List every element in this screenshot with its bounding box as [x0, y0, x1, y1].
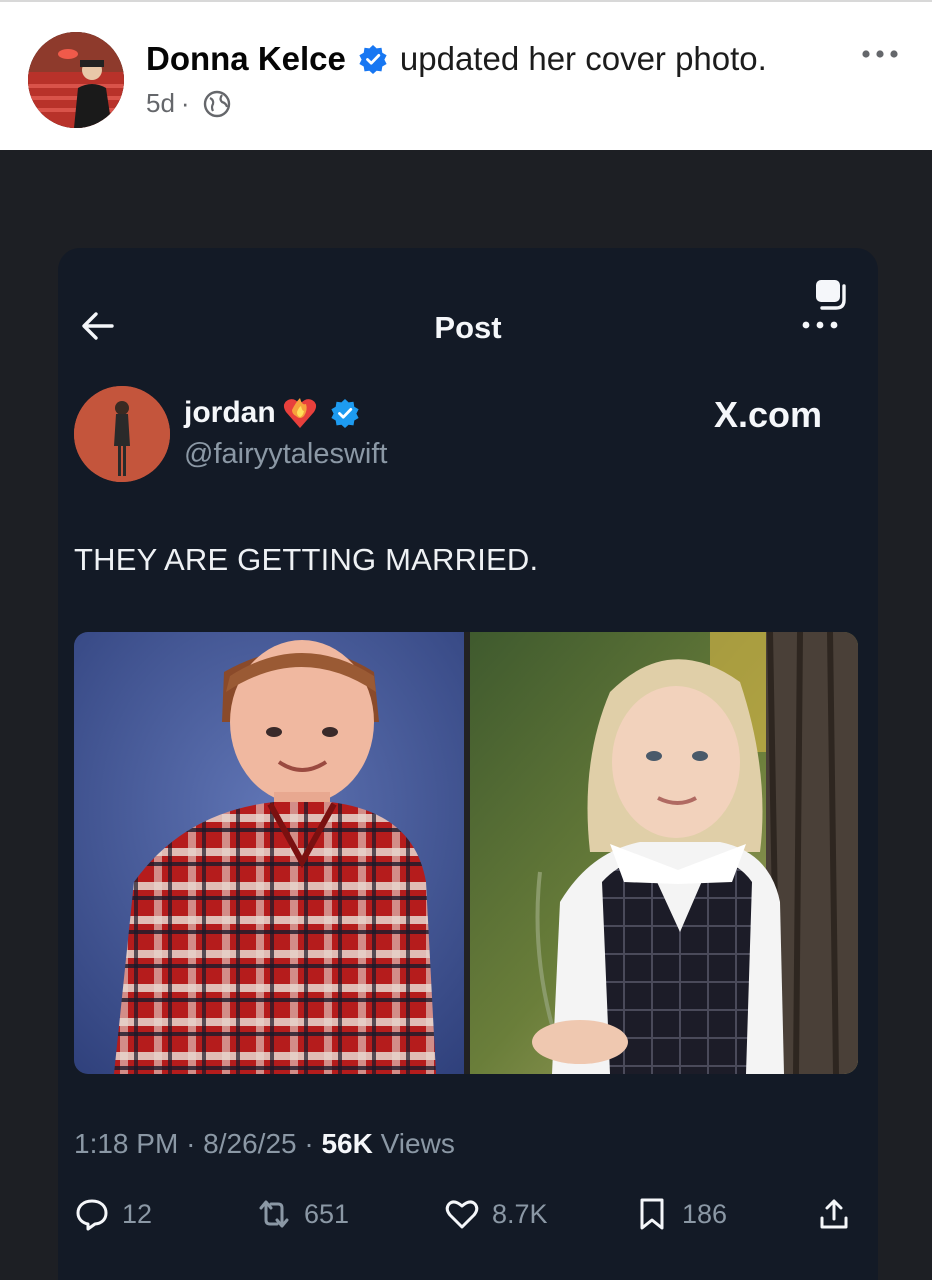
- bookmark-action: 186: [634, 1192, 727, 1236]
- reply-icon: [76, 1199, 108, 1231]
- reply-count: 12: [122, 1198, 153, 1229]
- timestamp-separator: ·: [186, 1128, 196, 1159]
- x-author-name-line: jordan: [184, 396, 360, 430]
- post-headline: Donna Kelce updated her cover photo.: [146, 40, 767, 78]
- facebook-post-header: Donna Kelce updated her cover photo. 5d …: [0, 2, 932, 150]
- repost-icon: [259, 1200, 289, 1228]
- heart-on-fire-emoji-icon: [283, 398, 316, 428]
- share-action: [816, 1192, 864, 1236]
- more-options-icon: [802, 321, 838, 329]
- views-label: Views: [380, 1128, 455, 1159]
- share-icon: [820, 1199, 848, 1229]
- repost-action: 651: [256, 1192, 349, 1236]
- x-author-avatar: [74, 386, 170, 482]
- more-options-icon[interactable]: [858, 42, 902, 66]
- childhood-photo-girl: [470, 632, 858, 1074]
- verified-badge-icon: [359, 45, 387, 74]
- x-post-text: THEY ARE GETTING MARRIED.: [74, 542, 539, 577]
- childhood-photo-boy: [74, 632, 464, 1074]
- x-watermark: X.com: [714, 394, 823, 435]
- post-timestamp: 1:18 PM · 8/26/25 · 56K Views: [74, 1128, 455, 1160]
- x-author-handle: @fairyytaleswift: [184, 438, 388, 470]
- x-author-name: jordan: [184, 396, 276, 429]
- reply-action: 12: [74, 1192, 152, 1236]
- globe-icon[interactable]: [202, 89, 232, 119]
- post-time[interactable]: 5d: [146, 88, 175, 119]
- cover-photo[interactable]: Post jordan @fairyytaleswift X.com THEY …: [0, 150, 932, 1280]
- repost-count: 651: [304, 1198, 350, 1229]
- x-post-screenshot: Post jordan @fairyytaleswift X.com THEY …: [58, 248, 878, 1280]
- post-meta: 5d ·: [146, 88, 232, 119]
- x-post-media: [74, 632, 858, 1074]
- bookmark-icon: [640, 1198, 664, 1230]
- post-actions: 12 651 8.7K 186: [74, 1192, 864, 1236]
- grok-icon: [816, 280, 846, 310]
- post-date: 8/26/25: [203, 1128, 297, 1159]
- author-avatar[interactable]: [28, 32, 124, 128]
- views-count: 56K: [321, 1128, 373, 1159]
- post-time: 1:18 PM: [74, 1128, 179, 1159]
- like-count: 8.7K: [492, 1198, 548, 1229]
- heart-icon: [445, 1200, 479, 1229]
- meta-separator: ·: [180, 88, 190, 118]
- like-action: 8.7K: [444, 1192, 548, 1236]
- timestamp-separator: ·: [304, 1128, 314, 1159]
- x-page-title: Post: [434, 310, 502, 345]
- author-name[interactable]: Donna Kelce: [146, 40, 346, 78]
- bookmark-count: 186: [682, 1198, 728, 1229]
- post-action-text: updated her cover photo.: [399, 40, 767, 77]
- verified-badge-icon: [331, 399, 359, 428]
